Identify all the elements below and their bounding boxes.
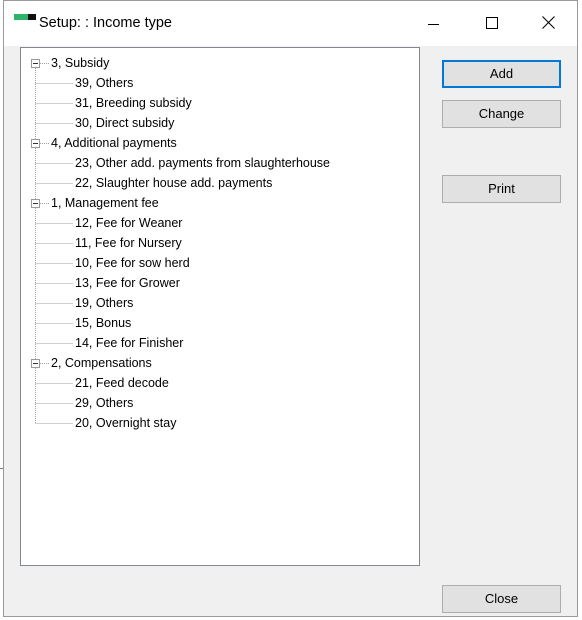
title-bar[interactable]: Setup: : Income type bbox=[4, 1, 577, 46]
tree-node-item[interactable]: 21, Feed decode bbox=[75, 373, 169, 393]
tree-node-item[interactable]: 22, Slaughter house add. payments bbox=[75, 173, 272, 193]
tree-node-item[interactable]: 30, Direct subsidy bbox=[75, 113, 174, 133]
add-button[interactable]: Add bbox=[442, 60, 561, 88]
tree-node-item[interactable]: 12, Fee for Weaner bbox=[75, 213, 182, 233]
tree-node-item[interactable]: 29, Others bbox=[75, 393, 133, 413]
tree-node-item[interactable]: 31, Breeding subsidy bbox=[75, 93, 192, 113]
tree-node-item[interactable]: 10, Fee for sow herd bbox=[75, 253, 190, 273]
tree-node-item[interactable]: 39, Others bbox=[75, 73, 133, 93]
tree-node-group[interactable]: 2, Compensations bbox=[51, 353, 152, 373]
maximize-icon bbox=[486, 17, 498, 29]
window-title: Setup: : Income type bbox=[39, 15, 172, 31]
close-button[interactable]: Close bbox=[442, 585, 561, 613]
collapse-toggle-icon[interactable] bbox=[31, 139, 40, 148]
collapse-toggle-icon[interactable] bbox=[31, 199, 40, 208]
tree-node-item[interactable]: 13, Fee for Grower bbox=[75, 273, 180, 293]
tree-node-group[interactable]: 1, Management fee bbox=[51, 193, 159, 213]
collapse-toggle-icon[interactable] bbox=[31, 359, 40, 368]
close-window-button[interactable] bbox=[519, 1, 577, 46]
maximize-button[interactable] bbox=[462, 1, 520, 46]
minimize-button[interactable] bbox=[404, 1, 462, 46]
tree-node-item[interactable]: 15, Bonus bbox=[75, 313, 131, 333]
tree-node-group[interactable]: 4, Additional payments bbox=[51, 133, 177, 153]
tree-node-item[interactable]: 23, Other add. payments from slaughterho… bbox=[75, 153, 330, 173]
print-button[interactable]: Print bbox=[442, 175, 561, 203]
tree-node-item[interactable]: 19, Others bbox=[75, 293, 133, 313]
setup-income-type-dialog: Setup: : Income type 3, Subsidy 39, Other… bbox=[3, 0, 578, 617]
app-icon bbox=[14, 14, 36, 20]
tree-node-item[interactable]: 11, Fee for Nursery bbox=[75, 233, 182, 253]
minimize-icon bbox=[428, 24, 439, 25]
tree-node-group[interactable]: 3, Subsidy bbox=[51, 53, 109, 73]
income-type-tree[interactable]: 3, Subsidy 39, Others 31, Breeding subsidy… bbox=[20, 47, 420, 566]
tree-node-item[interactable]: 14, Fee for Finisher bbox=[75, 333, 183, 353]
collapse-toggle-icon[interactable] bbox=[31, 59, 40, 68]
tree-node-item[interactable]: 20, Overnight stay bbox=[75, 413, 176, 433]
change-button[interactable]: Change bbox=[442, 100, 561, 128]
close-icon bbox=[542, 16, 555, 29]
